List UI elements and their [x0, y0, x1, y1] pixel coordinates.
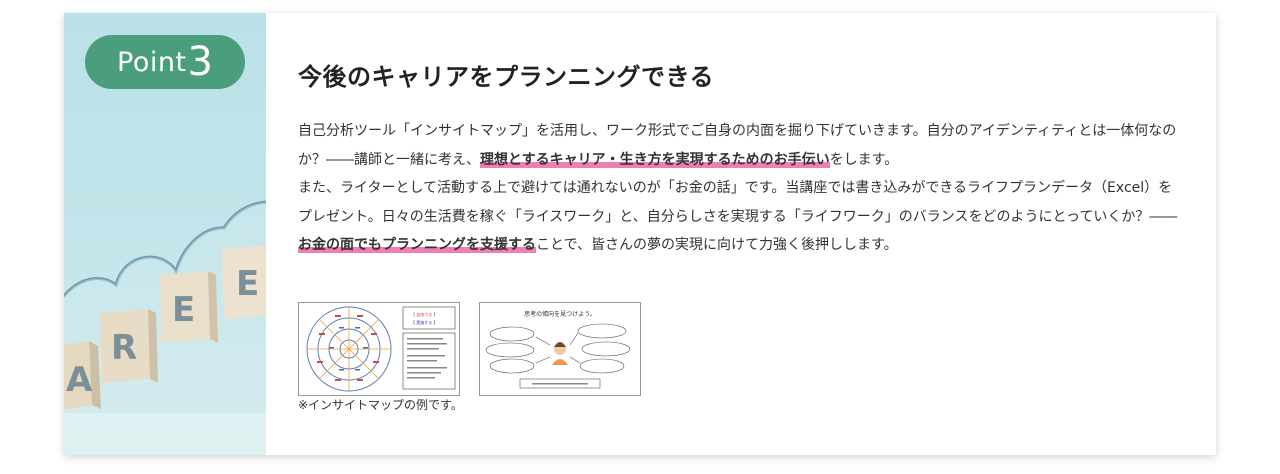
point-number: 3: [187, 39, 213, 85]
insight-map-label-2: 【 実施する 】: [411, 319, 438, 325]
paragraph-text-2: をします。: [829, 151, 899, 168]
insight-map-label-1: 【 自由でる 】: [411, 311, 438, 317]
svg-text:E: E: [172, 290, 195, 330]
thinking-worksheet-title: 思考の傾向を見つけよう。: [524, 310, 596, 318]
block-e1: E: [160, 271, 218, 343]
image-caption: ※インサイトマップの例です。: [298, 398, 463, 412]
paragraph-text-4: ことで、皆さんの夢の実現に向けて力強く後押しします。: [536, 237, 898, 253]
section-heading: 今後のキャリアをプランニングできる: [298, 63, 715, 91]
block-e2: E: [222, 245, 266, 319]
highlight-money-planning: お金の面でもプランニングを支援する: [298, 237, 536, 253]
insight-map-example-image: 【 自由でる 】 【 実施する 】: [298, 302, 460, 396]
svg-text:A: A: [66, 360, 93, 400]
block-r: R: [100, 309, 158, 383]
description-paragraph: 自己分析ツール「インサイトマップ」を活用し、ワーク形式でご自身の内面を掘り下げて…: [298, 117, 1183, 260]
insight-map-chart: 【 自由でる 】 【 実施する 】: [299, 303, 459, 395]
point-label: Point: [117, 46, 187, 78]
thinking-tendency-worksheet: 思考の傾向を見つけよう。: [480, 303, 640, 395]
svg-text:E: E: [236, 264, 259, 304]
block-a: A: [64, 341, 101, 410]
svg-text:R: R: [111, 328, 137, 368]
paragraph-text-3: また、ライターとして活動する上で避けては通れないのが「お金の話」です。当講座では…: [298, 180, 1178, 225]
point-card: A R E E Point 3 今後のキャリアをプランニングできる 自己分析ツー…: [64, 13, 1216, 455]
thinking-tendency-example-image: 思考の傾向を見つけよう。: [479, 302, 641, 396]
highlight-career-support: 理想とするキャリア・生き方を実現するためのお手伝い: [480, 151, 830, 168]
point-badge: Point 3: [85, 35, 245, 89]
career-blocks-image: A R E E Point 3: [64, 13, 266, 455]
